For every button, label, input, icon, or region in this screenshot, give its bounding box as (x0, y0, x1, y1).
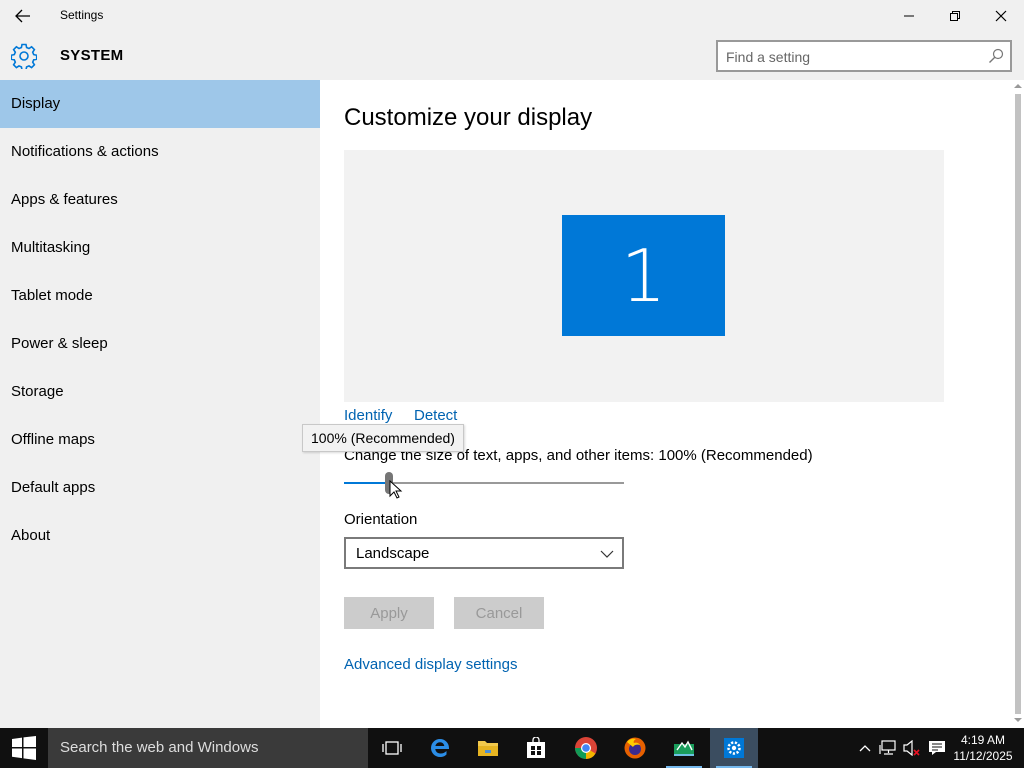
maximize-icon (950, 11, 960, 21)
scroll-down-icon[interactable] (1014, 716, 1022, 724)
settings-icon (724, 738, 744, 758)
sidebar-item-tablet-mode[interactable]: Tablet mode (0, 272, 320, 320)
display-preview: 1 (344, 150, 944, 402)
edge-icon (431, 739, 449, 757)
clock-time: 4:19 AM (960, 733, 1006, 747)
sidebar-item-notifications[interactable]: Notifications & actions (0, 128, 320, 176)
firefox-icon (624, 737, 646, 759)
close-button[interactable] (978, 0, 1024, 32)
cancel-button[interactable]: Cancel (454, 597, 544, 629)
start-button[interactable] (0, 728, 48, 768)
title-bar: Settings (0, 0, 1024, 32)
app-button[interactable] (660, 728, 708, 768)
clock-date: 11/12/2025 (953, 749, 1013, 763)
window-title: Settings (60, 8, 104, 22)
action-center-button[interactable] (927, 738, 947, 758)
chrome-icon (575, 737, 597, 759)
search-icon[interactable] (988, 48, 1004, 64)
chevron-down-icon (600, 550, 614, 558)
scale-slider[interactable] (344, 472, 624, 496)
scroll-up-icon[interactable] (1014, 82, 1022, 90)
chrome-button[interactable] (562, 728, 610, 768)
gear-icon (11, 43, 37, 69)
sidebar: Display Notifications & actions Apps & f… (0, 80, 320, 728)
network-icon (879, 740, 896, 755)
sidebar-item-offline-maps[interactable]: Offline maps (0, 416, 320, 464)
advanced-display-settings-link[interactable]: Advanced display settings (344, 656, 517, 673)
edge-button[interactable] (416, 728, 464, 768)
settings-header: SYSTEM (0, 32, 1024, 80)
scrollbar[interactable] (1012, 80, 1024, 728)
action-center-icon (929, 741, 945, 755)
orientation-value: Landscape (356, 545, 430, 562)
maximize-button[interactable] (932, 0, 978, 32)
store-icon (527, 737, 545, 758)
file-explorer-icon (478, 741, 498, 756)
show-hidden-icons-button[interactable] (855, 738, 875, 758)
file-explorer-button[interactable] (464, 728, 512, 768)
back-button[interactable] (0, 0, 46, 32)
network-button[interactable] (878, 738, 898, 758)
clock[interactable]: 4:19 AM 11/12/2025 (950, 732, 1016, 764)
sidebar-item-multitasking[interactable]: Multitasking (0, 224, 320, 272)
minimize-icon (904, 15, 914, 17)
taskbar-search[interactable]: Search the web and Windows (48, 728, 368, 768)
settings-taskbar-button[interactable] (710, 728, 758, 768)
page-title: Customize your display (344, 104, 593, 131)
identify-link[interactable]: Identify (344, 407, 392, 424)
back-arrow-icon (15, 9, 30, 23)
app-icon (674, 740, 694, 756)
sidebar-item-power-sleep[interactable]: Power & sleep (0, 320, 320, 368)
search-input[interactable] (726, 47, 976, 67)
taskbar: Search the web and Windows 4:19 AM 11/12… (0, 728, 1024, 768)
mouse-cursor-icon (389, 480, 403, 499)
volume-muted-icon (903, 740, 920, 756)
chevron-up-icon (859, 745, 871, 752)
monitor-1[interactable]: 1 (562, 215, 725, 336)
orientation-dropdown[interactable]: Landscape (344, 537, 624, 569)
sidebar-item-storage[interactable]: Storage (0, 368, 320, 416)
volume-button[interactable] (902, 738, 922, 758)
detect-link[interactable]: Detect (414, 407, 457, 424)
close-icon (995, 10, 1007, 22)
scroll-thumb[interactable] (1015, 94, 1021, 714)
main-content: Customize your display 1 Identify Detect… (302, 80, 1012, 728)
store-button[interactable] (512, 728, 560, 768)
minimize-button[interactable] (886, 0, 932, 32)
sidebar-item-about[interactable]: About (0, 512, 320, 560)
apply-button[interactable]: Apply (344, 597, 434, 629)
sidebar-item-apps-features[interactable]: Apps & features (0, 176, 320, 224)
orientation-label: Orientation (344, 511, 418, 528)
firefox-button[interactable] (611, 728, 659, 768)
task-view-icon (382, 741, 402, 755)
sidebar-item-default-apps[interactable]: Default apps (0, 464, 320, 512)
sidebar-item-display[interactable]: Display (0, 80, 320, 128)
task-view-button[interactable] (368, 728, 416, 768)
slider-fill (344, 482, 389, 484)
windows-logo-icon (12, 736, 36, 760)
section-title: SYSTEM (60, 47, 124, 64)
slider-tooltip: 100% (Recommended) (302, 424, 464, 452)
search-box[interactable] (716, 40, 1012, 72)
